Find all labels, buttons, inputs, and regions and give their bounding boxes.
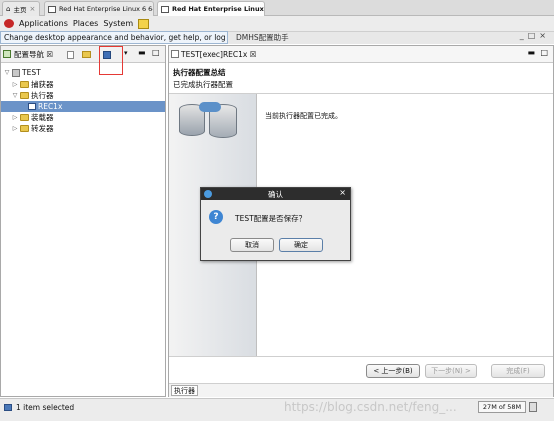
bottom-tab-executor[interactable]: 执行器 — [171, 385, 198, 396]
menu-places[interactable]: Places — [73, 19, 98, 28]
tab-rhel-1-label: Red Hat Enterprise Linux 6 64... — [59, 5, 154, 13]
folder-icon — [20, 92, 29, 99]
tab-rhel-2-label: Red Hat Enterprise Linux ... — [172, 5, 265, 13]
tree-label: 转发器 — [31, 124, 54, 133]
navigator-icon — [3, 50, 11, 58]
tree-label: REC1x — [38, 102, 63, 111]
window-icon — [48, 5, 56, 13]
wizard-heading: 执行器配置总结 — [173, 68, 226, 77]
tab-home[interactable]: ⌂ 主页 × — [2, 1, 40, 16]
window-controls: _□× — [520, 31, 550, 44]
tab-rhel-1[interactable]: Red Hat Enterprise Linux 6 64... × — [44, 1, 154, 16]
tree-node-capture[interactable]: ▷ 捕获器 — [12, 79, 54, 90]
window-title: DMHS配置助手 — [228, 31, 554, 44]
navigator-header: 配置导航 ☒ ▾ ▬ □ — [1, 46, 165, 63]
view-menu-icon[interactable]: ▾ — [124, 49, 128, 57]
back-button[interactable]: < 上一步(B) — [366, 364, 420, 378]
tab-home-label: 主页 — [13, 6, 27, 14]
menu-system[interactable]: System — [103, 19, 133, 28]
open-folder-icon[interactable] — [82, 51, 91, 58]
wizard-subheading: 已完成执行器配置 — [173, 80, 233, 89]
next-button[interactable]: 下一步(N) > — [425, 364, 477, 378]
close-icon[interactable]: × — [29, 5, 35, 13]
summary-text: 当前执行器配置已完成。 — [265, 112, 342, 120]
question-icon: ? — [209, 210, 223, 224]
folder-icon — [20, 125, 29, 132]
minimize-icon[interactable]: _ — [520, 31, 528, 40]
tree-node-loader[interactable]: ▷ 装载器 — [12, 112, 54, 123]
menu-applications[interactable]: Applications — [19, 19, 68, 28]
tree-node-rec1x[interactable]: REC1x — [1, 101, 165, 112]
tree-node-test[interactable]: ▽ TEST — [4, 67, 41, 78]
maximize-icon[interactable]: □ — [152, 48, 160, 57]
editor-tab[interactable]: TEST[exec]REC1x ☒ — [171, 50, 256, 59]
minimize-icon[interactable]: ▬ — [527, 48, 535, 57]
maximize-icon[interactable]: □ — [528, 31, 540, 40]
navigator-panel: 配置导航 ☒ ▾ ▬ □ ▽ TEST ▷ 捕获器 ▽ 执行器 REC1x ▷ … — [0, 45, 166, 397]
close-icon[interactable]: × — [339, 188, 346, 197]
tree-label: 装载器 — [31, 113, 54, 122]
tree-label: 执行器 — [31, 91, 54, 100]
redhat-icon — [4, 19, 14, 28]
new-icon[interactable] — [67, 51, 74, 59]
status-bar: 1 item selected https://blog.csdn.net/fe… — [0, 398, 554, 421]
home-icon: ⌂ — [6, 5, 11, 13]
save-highlight-box — [99, 46, 123, 75]
collapsed-icon[interactable]: ▷ — [12, 114, 18, 121]
watermark: https://blog.csdn.net/feng_... — [284, 400, 457, 414]
minimize-icon[interactable]: ▬ — [138, 48, 146, 57]
config-icon — [28, 103, 36, 110]
tree-node-executor[interactable]: ▽ 执行器 — [12, 90, 54, 101]
close-icon[interactable]: × — [539, 31, 550, 40]
cancel-button[interactable]: 取消 — [230, 238, 274, 252]
editor-icon — [171, 50, 179, 58]
trash-icon[interactable] — [529, 402, 537, 412]
window-icon — [161, 5, 169, 13]
editor-header: TEST[exec]REC1x ☒ ▬ □ — [169, 46, 553, 63]
navigator-title[interactable]: 配置导航 ☒ — [14, 49, 53, 60]
expanded-icon[interactable]: ▽ — [4, 69, 10, 76]
status-icon — [4, 404, 12, 411]
gnome-menubar: Applications Places System — [0, 16, 554, 31]
collapsed-icon[interactable]: ▷ — [12, 81, 18, 88]
button-divider — [169, 356, 553, 357]
arrow-icon — [199, 102, 221, 112]
memory-indicator[interactable]: 27M of 58M — [478, 401, 526, 413]
dialog-message: TEST配置是否保存？ — [235, 214, 307, 223]
expanded-icon[interactable]: ▽ — [12, 92, 18, 99]
confirm-dialog: 确认 × ? TEST配置是否保存？ 取消 确定 — [200, 187, 351, 261]
dialog-titlebar: 确认 × — [201, 188, 350, 200]
status-text: 1 item selected — [16, 403, 75, 412]
tree-label: 捕获器 — [31, 80, 54, 89]
folder-icon — [20, 114, 29, 121]
editor-tab-label: TEST[exec]REC1x ☒ — [181, 49, 257, 59]
system-menu-tooltip: Change desktop appearance and behavior, … — [0, 31, 228, 44]
edit-icon[interactable] — [138, 18, 150, 29]
project-icon — [12, 68, 20, 77]
collapsed-icon[interactable]: ▷ — [12, 125, 18, 132]
finish-button[interactable]: 完成(F) — [491, 364, 545, 378]
folder-icon — [20, 81, 29, 88]
tree-label: TEST — [22, 68, 41, 77]
tree-node-forwarder[interactable]: ▷ 转发器 — [12, 123, 54, 134]
tab-rhel-2[interactable]: Red Hat Enterprise Linux ... × — [157, 1, 265, 16]
bottom-tab-strip — [169, 383, 553, 397]
ok-button[interactable]: 确定 — [279, 238, 323, 252]
dialog-title: 确认 — [268, 190, 283, 199]
maximize-icon[interactable]: □ — [540, 48, 548, 57]
